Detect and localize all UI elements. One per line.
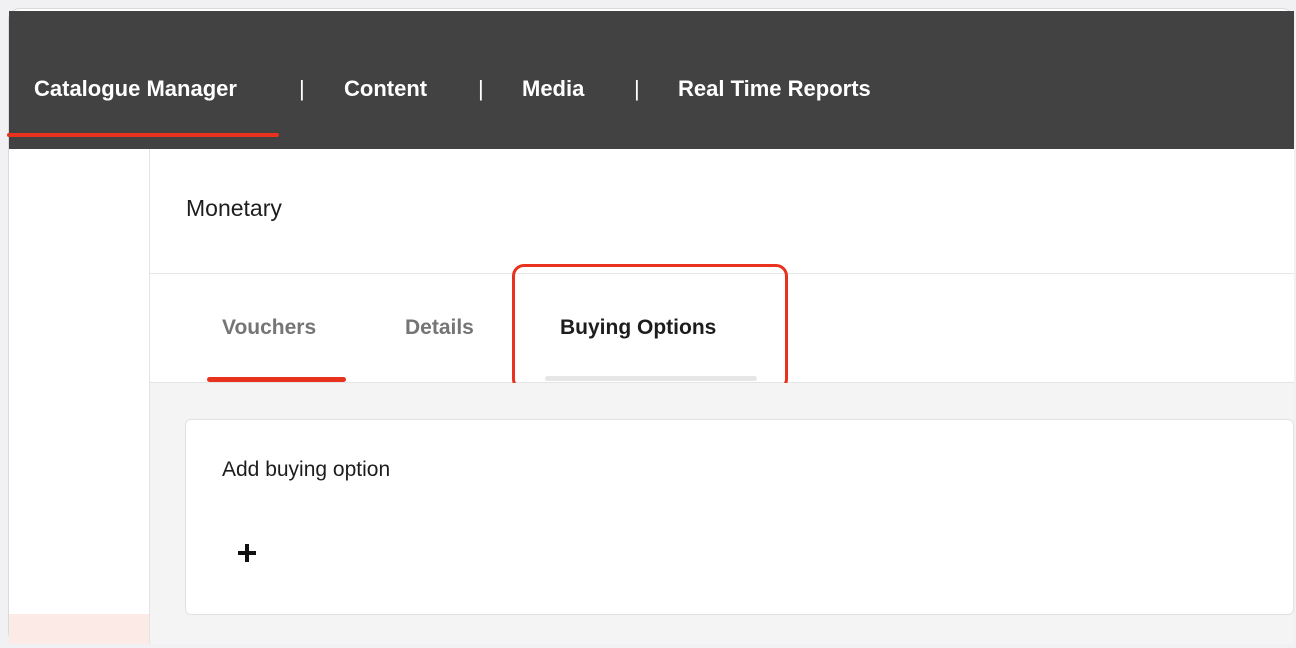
sidebar-active-item[interactable] [9, 614, 149, 644]
nav-media[interactable]: Media [522, 74, 584, 104]
nav-catalogue-manager[interactable]: Catalogue Manager [34, 74, 237, 104]
plus-icon [238, 544, 256, 562]
tab-details[interactable]: Details [405, 316, 474, 340]
tab-active-indicator [207, 377, 346, 382]
sidebar [9, 149, 150, 644]
nav-separator: | [299, 76, 305, 101]
nav-content[interactable]: Content [344, 74, 427, 104]
page-title: Monetary [186, 195, 282, 221]
card-title: Add buying option [222, 458, 391, 481]
nav-separator: | [634, 76, 640, 101]
buying-option-card [185, 419, 1294, 615]
highlight-annotation [512, 264, 788, 391]
add-buying-option-button[interactable] [232, 538, 262, 568]
tab-vouchers[interactable]: Vouchers [222, 316, 316, 340]
nav-real-time-reports[interactable]: Real Time Reports [678, 74, 871, 104]
page-header [150, 149, 1294, 274]
nav-active-indicator [7, 133, 279, 137]
nav-separator: | [478, 76, 484, 101]
